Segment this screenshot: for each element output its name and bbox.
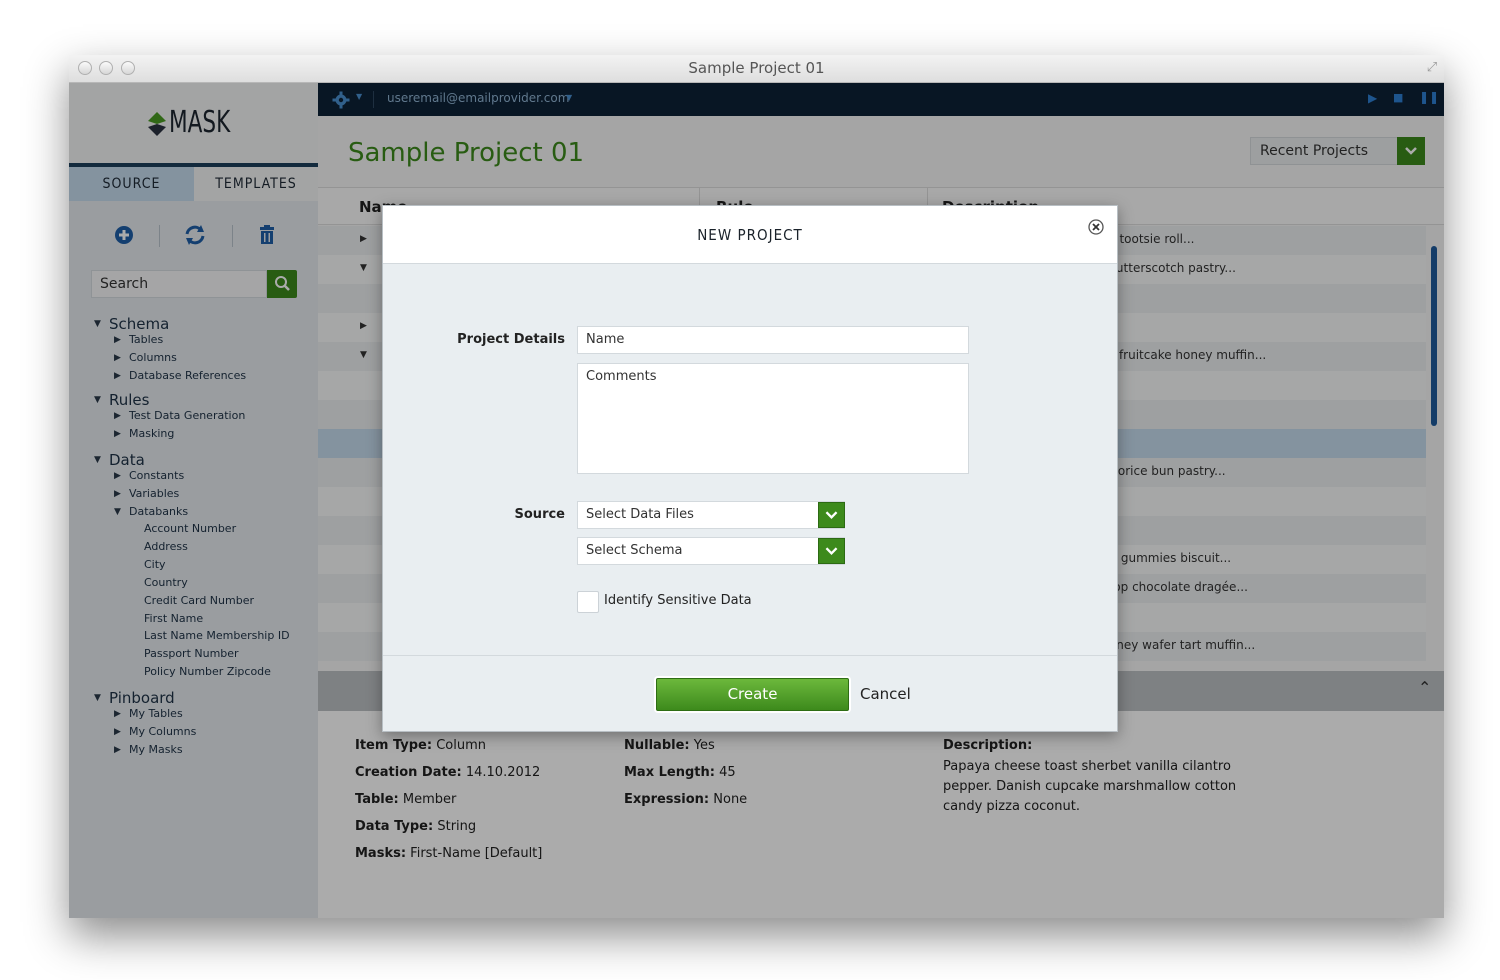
identify-sensitive-data-checkbox[interactable] [577, 591, 599, 613]
identify-sensitive-data-label[interactable]: Identify Sensitive Data [604, 593, 752, 608]
app-window: Sample Project 01 ⤢ MASK SOURCE TEMPLATE… [69, 55, 1444, 918]
window-title: Sample Project 01 [688, 59, 825, 77]
chevron-down-icon[interactable] [818, 502, 845, 528]
project-name-input[interactable]: Name [577, 326, 969, 354]
cancel-button[interactable]: Cancel [860, 685, 911, 703]
title-bar: Sample Project 01 ⤢ [69, 55, 1444, 83]
new-project-dialog: NEW PROJECT Project Details Name Comment… [382, 205, 1118, 732]
close-icon[interactable] [1088, 219, 1104, 235]
select-data-files-dropdown[interactable]: Select Data Files [577, 501, 845, 529]
project-details-label: Project Details [457, 332, 565, 347]
chevron-down-icon[interactable] [818, 538, 845, 564]
select-schema-label: Select Schema [586, 543, 683, 558]
dialog-title: NEW PROJECT [697, 226, 803, 244]
select-schema-dropdown[interactable]: Select Schema [577, 537, 845, 565]
select-data-files-label: Select Data Files [586, 507, 694, 522]
create-button[interactable]: Create [656, 678, 849, 711]
source-label: Source [514, 507, 565, 522]
project-comments-textarea[interactable]: Comments [577, 363, 969, 474]
dialog-header: NEW PROJECT [383, 206, 1117, 264]
dialog-footer: Create Cancel [383, 655, 1117, 731]
fullscreen-icon[interactable]: ⤢ [1424, 60, 1440, 76]
